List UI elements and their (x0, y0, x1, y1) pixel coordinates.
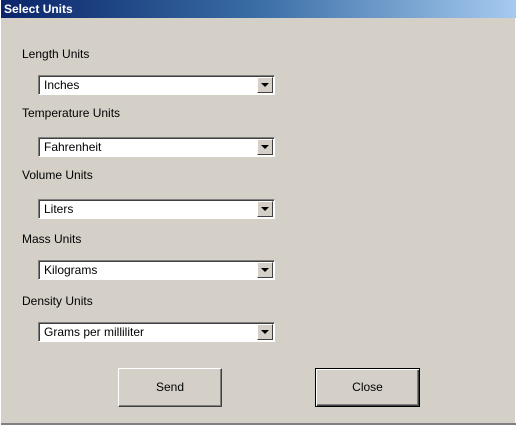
length-units-select[interactable]: Inches (38, 75, 275, 95)
temperature-units-select[interactable]: Fahrenheit (38, 137, 275, 157)
send-button[interactable]: Send (118, 368, 222, 407)
length-units-label: Length Units (22, 47, 90, 61)
chevron-down-icon (261, 207, 269, 211)
density-units-value: Grams per milliliter (44, 325, 145, 339)
volume-units-label: Volume Units (22, 168, 93, 182)
chevron-down-icon (261, 268, 269, 272)
window-title: Select Units (4, 2, 73, 16)
mass-units-value: Kilograms (44, 263, 98, 277)
mass-units-dropdown-button[interactable] (257, 262, 273, 278)
density-units-label: Density Units (22, 294, 93, 308)
mass-units-label: Mass Units (22, 232, 82, 246)
chevron-down-icon (261, 83, 269, 87)
temperature-units-label: Temperature Units (22, 106, 121, 120)
close-button[interactable]: Close (315, 368, 420, 407)
volume-units-select[interactable]: Liters (38, 199, 275, 219)
select-units-dialog: Select Units Length Units Inches Tempera… (0, 0, 516, 425)
chevron-down-icon (261, 330, 269, 334)
volume-units-value: Liters (44, 202, 74, 216)
temperature-units-value: Fahrenheit (44, 140, 102, 154)
temperature-units-dropdown-button[interactable] (257, 139, 273, 155)
length-units-dropdown-button[interactable] (257, 77, 273, 93)
chevron-down-icon (261, 145, 269, 149)
mass-units-select[interactable]: Kilograms (38, 260, 275, 280)
density-units-select[interactable]: Grams per milliliter (38, 322, 275, 342)
title-bar[interactable]: Select Units (1, 0, 516, 18)
length-units-value: Inches (44, 78, 80, 92)
volume-units-dropdown-button[interactable] (257, 201, 273, 217)
density-units-dropdown-button[interactable] (257, 324, 273, 340)
